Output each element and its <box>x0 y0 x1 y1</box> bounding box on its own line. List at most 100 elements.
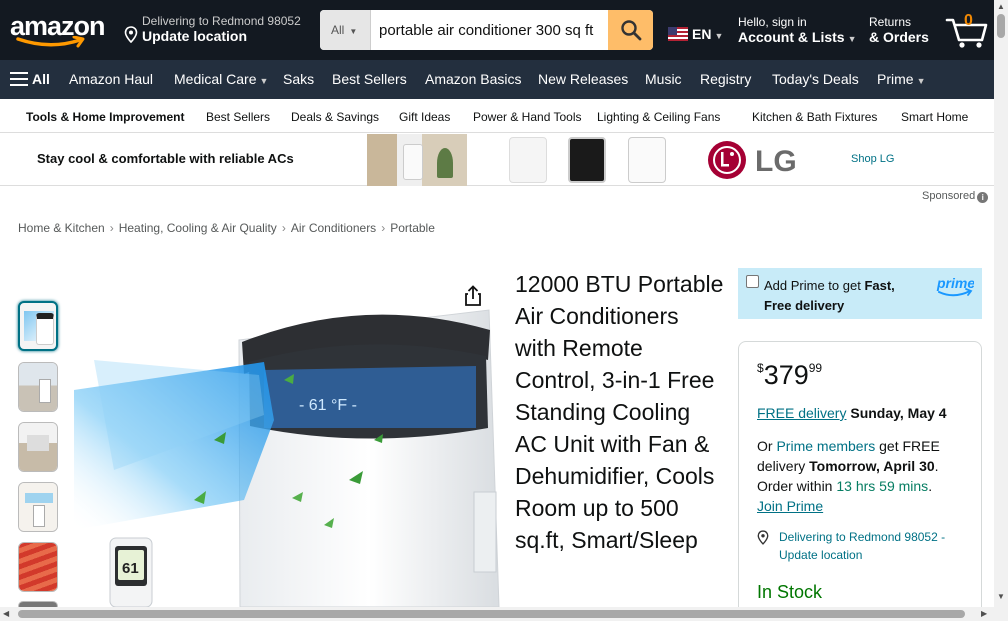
breadcrumb: Home & Kitchen › Heating, Cooling & Air Qu… <box>18 221 435 235</box>
thumbnail-2[interactable] <box>18 362 58 412</box>
search-category-select[interactable]: All ▼ <box>320 10 371 50</box>
account-lists[interactable]: Hello, sign in Account & Lists ▼ <box>738 15 857 45</box>
amazon-logo[interactable]: amazon <box>10 12 108 52</box>
free-delivery-link[interactable]: FREE delivery <box>757 405 846 421</box>
info-icon: i <box>977 192 989 203</box>
prime-checkbox[interactable] <box>746 275 759 288</box>
scroll-up-arrow-icon[interactable]: ▲ <box>997 2 1005 11</box>
thumbnail-5[interactable] <box>18 542 58 592</box>
subnav-smart-home[interactable]: Smart Home <box>901 110 968 124</box>
banner-headline: Stay cool & comfortable with reliable AC… <box>37 151 294 166</box>
nav-item-label: Medical Care <box>174 71 257 87</box>
subnav-gift-ideas[interactable]: Gift Ideas <box>399 110 450 124</box>
nav-item-todays-deals[interactable]: Today's Deals <box>772 71 859 87</box>
banner-ac-white-image <box>509 137 547 183</box>
thumbnail-3[interactable] <box>18 422 58 472</box>
delivery-date: Sunday, May 4 <box>850 405 947 421</box>
nav-item-medical-care[interactable]: Medical Care ▼ <box>174 71 268 87</box>
nav-item-label: Prime <box>877 71 914 87</box>
all-menu-button[interactable]: All <box>10 71 50 87</box>
main-nav: All Amazon Haul Medical Care ▼ Saks Best … <box>0 60 994 99</box>
chevron-right-icon: › <box>281 221 286 235</box>
subnav-tools-home[interactable]: Tools & Home Improvement <box>26 110 184 124</box>
share-icon <box>465 285 481 306</box>
thumbnail-4[interactable] <box>18 482 58 532</box>
join-prime-link[interactable]: Join Prime <box>757 498 823 514</box>
vertical-scrollbar[interactable]: ▲ ▼ <box>994 0 1008 607</box>
nav-item-music[interactable]: Music <box>645 71 682 87</box>
breadcrumb-item[interactable]: Air Conditioners <box>291 221 376 235</box>
prime-upsell-text: Add Prime to get Fast, Free delivery <box>764 276 924 316</box>
amazon-product-page: amazon Delivering to Redmond 98052 Updat… <box>0 0 1008 621</box>
subnav-lighting-fans[interactable]: Lighting & Ceiling Fans <box>597 110 720 124</box>
cart-button[interactable]: 0 <box>944 10 990 50</box>
nav-item-registry[interactable]: Registry <box>700 71 751 87</box>
main-product-image[interactable]: - 61 °F - 61 <box>74 270 500 607</box>
horizontal-scrollbar[interactable]: ◀ ▶ <box>0 607 1008 621</box>
chevron-right-icon: › <box>381 221 386 235</box>
horizontal-scroll-thumb[interactable] <box>18 610 965 618</box>
nav-item-saks[interactable]: Saks <box>283 71 314 87</box>
deliver-to[interactable]: Delivering to Redmond 98052 Update locat… <box>124 14 314 46</box>
chevron-down-icon: ▼ <box>259 76 269 86</box>
breadcrumb-item[interactable]: Portable <box>390 221 435 235</box>
language-selector[interactable]: EN ▼ <box>668 26 723 42</box>
prime-members-link[interactable]: Prime members <box>776 438 875 454</box>
subnav-deals-savings[interactable]: Deals & Savings <box>291 110 379 124</box>
chevron-right-icon: › <box>109 221 114 235</box>
deliver-line2: Update location <box>142 28 248 44</box>
price-symbol: $ <box>757 361 764 375</box>
subnav-power-hand-tools[interactable]: Power & Hand Tools <box>473 110 582 124</box>
countdown: 13 hrs 59 mins <box>836 478 929 494</box>
nav-item-amazon-haul[interactable]: Amazon Haul <box>69 71 153 87</box>
prime-logo: prime <box>936 274 975 305</box>
nav-item-amazon-basics[interactable]: Amazon Basics <box>425 71 521 87</box>
scroll-left-arrow-icon[interactable]: ◀ <box>3 609 9 618</box>
cart-count: 0 <box>964 12 973 29</box>
price: $37999 <box>757 360 822 391</box>
lg-brand-text: LG <box>755 145 797 178</box>
remote-display: 61 <box>122 560 139 577</box>
nav-item-prime[interactable]: Prime ▼ <box>877 71 925 87</box>
breadcrumb-item[interactable]: Heating, Cooling & Air Quality <box>119 221 277 235</box>
nav-item-best-sellers[interactable]: Best Sellers <box>332 71 407 87</box>
all-label: All <box>32 71 50 87</box>
banner-ac-black-image <box>568 137 606 183</box>
category-subnav: Tools & Home Improvement Best Sellers De… <box>0 99 994 133</box>
sponsored-banner[interactable]: Stay cool & comfortable with reliable AC… <box>0 133 994 186</box>
subnav-kitchen-bath[interactable]: Kitchen & Bath Fixtures <box>752 110 877 124</box>
delivery-location[interactable]: Delivering to Redmond 98052 - Update loc… <box>757 528 972 564</box>
product-title: 12000 BTU Portable Air Conditioners with… <box>515 271 724 553</box>
chevron-down-icon: ▼ <box>714 31 724 41</box>
stock-status: In Stock <box>757 582 823 602</box>
search-icon <box>620 20 641 41</box>
delivery-location-text: Delivering to Redmond 98052 - Update loc… <box>779 530 946 562</box>
standard-delivery: FREE delivery Sunday, May 4 <box>757 405 947 421</box>
vertical-scroll-thumb[interactable] <box>997 14 1005 38</box>
us-flag-icon <box>668 27 688 41</box>
subnav-best-sellers[interactable]: Best Sellers <box>206 110 270 124</box>
scroll-right-arrow-icon[interactable]: ▶ <box>981 609 987 618</box>
prime-logo-icon: prime <box>936 275 975 297</box>
share-button[interactable] <box>462 285 484 312</box>
sponsored-label[interactable]: Sponsored i <box>922 190 989 203</box>
thumbnail-1[interactable] <box>18 301 58 351</box>
lg-logo: LG <box>707 140 807 180</box>
price-fraction: 99 <box>808 361 823 375</box>
search-category-label: All <box>331 23 345 37</box>
lg-logo-mark: LG <box>708 141 797 179</box>
search-button[interactable] <box>608 10 653 50</box>
location-pin-icon <box>757 530 769 545</box>
fast-delivery: Or Prime members get FREE delivery Tomor… <box>757 436 972 516</box>
nav-item-new-releases[interactable]: New Releases <box>538 71 628 87</box>
fast-delivery-date: Tomorrow, April 30 <box>809 458 935 474</box>
banner-ac-white2-image <box>628 137 666 183</box>
scroll-down-arrow-icon[interactable]: ▼ <box>997 592 1005 601</box>
search-input[interactable] <box>371 10 608 50</box>
prime-upsell[interactable]: Add Prime to get Fast, Free delivery pri… <box>738 268 982 319</box>
returns-orders[interactable]: Returns & Orders <box>869 15 929 45</box>
deliver-line1: Delivering to Redmond 98052 <box>142 14 301 28</box>
account-greeting: Hello, sign in <box>738 15 807 29</box>
shop-lg-link[interactable]: Shop LG <box>851 153 894 165</box>
breadcrumb-item[interactable]: Home & Kitchen <box>18 221 105 235</box>
